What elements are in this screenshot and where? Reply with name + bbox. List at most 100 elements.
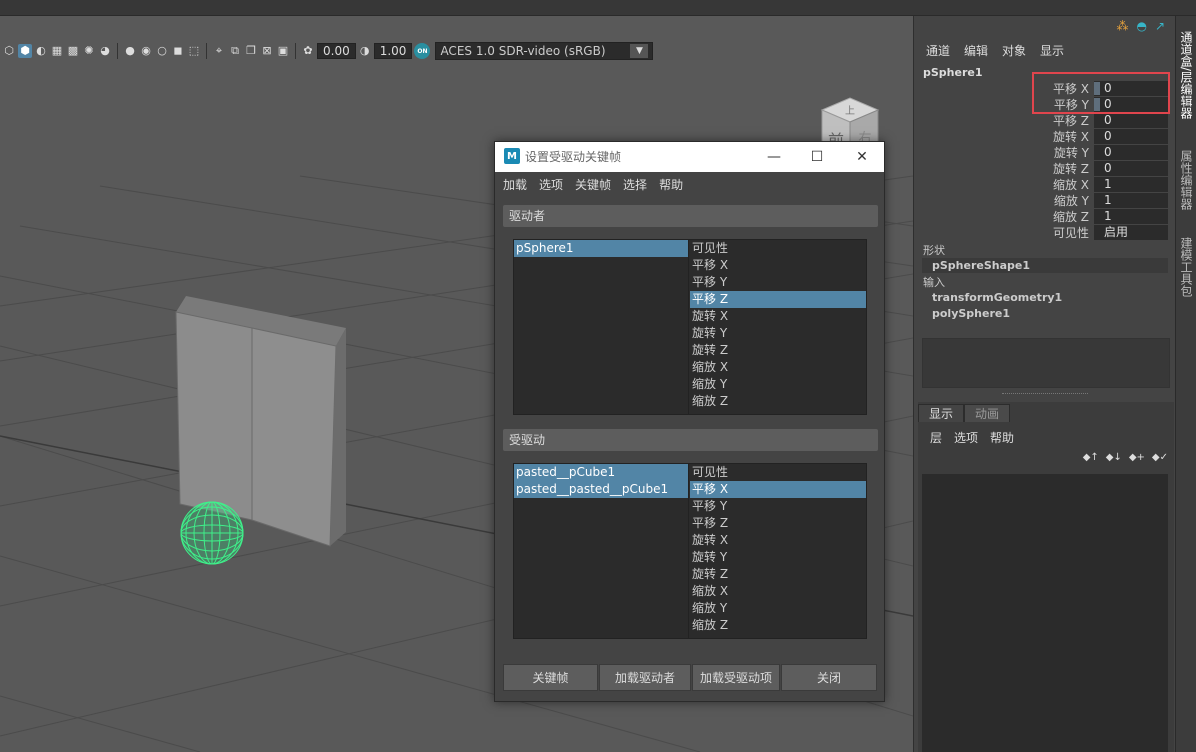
channel-box-icon[interactable]: ⁂ <box>1116 19 1128 33</box>
tab-attribute-editor[interactable]: 属性编辑器 <box>1178 140 1195 220</box>
checker-icon[interactable]: ▩ <box>66 44 80 58</box>
dialog-titlebar[interactable]: M 设置受驱动关键帧 — ☐ ✕ <box>495 142 884 172</box>
menu-channels[interactable]: 通道 <box>926 42 950 59</box>
input-node[interactable]: transformGeometry1 <box>922 290 1168 305</box>
driven-attr-item[interactable]: 缩放 X <box>690 583 866 600</box>
textured-icon[interactable]: ▦ <box>50 44 64 58</box>
driven-attr-item[interactable]: 平移 Y <box>690 498 866 515</box>
driven-attr-item[interactable]: 可见性 <box>690 464 866 481</box>
shaded-wireframe-icon[interactable]: ◐ <box>34 44 48 58</box>
channel-row[interactable]: 平移 Z 0 <box>914 113 1176 129</box>
anti-alias-icon[interactable]: ○ <box>155 44 169 58</box>
menu-help[interactable]: 帮助 <box>659 176 683 193</box>
gate-icon[interactable]: ⧉ <box>228 44 242 58</box>
menu-help[interactable]: 帮助 <box>990 429 1014 446</box>
driven-attr-item[interactable]: 旋转 Y <box>690 549 866 566</box>
driver-attr-item[interactable]: 旋转 Y <box>690 325 866 342</box>
minimize-button[interactable]: — <box>759 142 789 172</box>
gamma-icon[interactable]: ◑ <box>358 44 372 58</box>
driven-attribute-list[interactable]: 可见性 平移 X 平移 Y 平移 Z 旋转 X 旋转 Y 旋转 Z 缩放 X 缩… <box>690 464 866 638</box>
wireframe-cube-icon[interactable]: ⬡ <box>2 44 16 58</box>
menu-options[interactable]: 选项 <box>954 429 978 446</box>
menu-load[interactable]: 加载 <box>503 176 527 193</box>
close-dialog-button[interactable]: 关闭 <box>781 664 877 691</box>
layer-list[interactable] <box>922 474 1168 752</box>
driver-attr-item[interactable]: 旋转 X <box>690 308 866 325</box>
tab-modeling-toolkit[interactable]: 建模工具包 <box>1178 228 1195 306</box>
driver-object-item[interactable]: pSphere1 <box>514 240 688 257</box>
tab-display[interactable]: 显示 <box>918 404 965 422</box>
gamma-field[interactable]: 1.00 <box>373 43 413 59</box>
tab-channel-box-layer-editor[interactable]: 通道盒/层编辑器 <box>1178 22 1195 128</box>
shadows-icon[interactable]: ◕ <box>98 44 112 58</box>
menu-options[interactable]: 选项 <box>539 176 563 193</box>
driver-attr-item[interactable]: 缩放 X <box>690 359 866 376</box>
driver-attr-item[interactable]: 缩放 Y <box>690 376 866 393</box>
move-layer-up-icon[interactable]: ◆↑ <box>1083 452 1099 463</box>
channel-value[interactable]: 1 <box>1094 193 1168 208</box>
xray-icon[interactable]: ⬚ <box>187 44 201 58</box>
select-tool-icon[interactable]: ⌖ <box>212 44 226 58</box>
channel-value[interactable]: 1 <box>1094 177 1168 192</box>
driver-attribute-list[interactable]: 可见性 平移 X 平移 Y 平移 Z 旋转 X 旋转 Y 旋转 Z 缩放 X 缩… <box>690 240 866 414</box>
menu-edit[interactable]: 编辑 <box>964 42 988 59</box>
menu-key[interactable]: 关键帧 <box>575 176 611 193</box>
driven-object-item[interactable]: pasted__pasted__pCube1 <box>514 481 688 498</box>
channel-value[interactable]: 0 <box>1094 145 1168 160</box>
driver-attr-item[interactable]: 平移 Y <box>690 274 866 291</box>
channel-row[interactable]: 可见性 启用 <box>914 225 1176 241</box>
resolution-gate-icon[interactable]: ⊠ <box>260 44 274 58</box>
channel-row[interactable]: 旋转 Z 0 <box>914 161 1176 177</box>
channel-row[interactable]: 缩放 Z 1 <box>914 209 1176 225</box>
driven-attr-item-selected[interactable]: 平移 X <box>690 481 866 498</box>
driven-attr-item[interactable]: 缩放 Y <box>690 600 866 617</box>
isolate-icon[interactable]: ◼ <box>171 44 185 58</box>
driven-object-list[interactable]: pasted__pCube1 pasted__pasted__pCube1 <box>514 464 689 638</box>
lights-icon[interactable]: ✺ <box>82 44 96 58</box>
menu-layers[interactable]: 层 <box>930 429 942 446</box>
close-button[interactable]: ✕ <box>847 142 877 172</box>
move-layer-down-icon[interactable]: ◆↓ <box>1106 452 1122 463</box>
load-driven-button[interactable]: 加载受驱动项 <box>692 664 780 691</box>
new-layer-selected-icon[interactable]: ◆✓ <box>1152 452 1168 463</box>
exposure-icon[interactable]: ✿ <box>301 44 315 58</box>
driven-attr-item[interactable]: 平移 Z <box>690 515 866 532</box>
driver-attr-item[interactable]: 缩放 Z <box>690 393 866 410</box>
menu-select[interactable]: 选择 <box>623 176 647 193</box>
color-management-toggle[interactable]: ON <box>414 43 431 59</box>
driver-attr-item[interactable]: 旋转 Z <box>690 342 866 359</box>
driven-object-item[interactable]: pasted__pCube1 <box>514 464 688 481</box>
channel-value[interactable]: 启用 <box>1094 225 1168 240</box>
maximize-button[interactable]: ☐ <box>802 142 832 172</box>
channel-value[interactable]: 1 <box>1094 209 1168 224</box>
safe-action-icon[interactable]: ▣ <box>276 44 290 58</box>
channel-value[interactable]: 0 <box>1094 129 1168 144</box>
driver-attr-item-selected[interactable]: 平移 Z <box>690 291 866 308</box>
key-button[interactable]: 关键帧 <box>503 664 598 691</box>
attribute-icon[interactable]: ◓ <box>1136 19 1146 33</box>
shape-node[interactable]: pSphereShape1 <box>922 258 1168 273</box>
film-gate-icon[interactable]: ❐ <box>244 44 258 58</box>
panel-splitter[interactable] <box>1002 393 1088 395</box>
driver-object-list[interactable]: pSphere1 <box>514 240 689 414</box>
menu-show[interactable]: 显示 <box>1040 42 1064 59</box>
expand-icon[interactable]: ↗ <box>1155 19 1165 33</box>
menu-object[interactable]: 对象 <box>1002 42 1026 59</box>
channel-value[interactable]: 0 <box>1094 161 1168 176</box>
driven-frame-header[interactable]: 受驱动 <box>503 429 878 451</box>
exposure-field[interactable]: 0.00 <box>317 43 356 59</box>
channel-row[interactable]: 旋转 X 0 <box>914 129 1176 145</box>
channel-value[interactable]: 0 <box>1094 113 1168 128</box>
driver-frame-header[interactable]: 驱动者 <box>503 205 878 227</box>
channel-row[interactable]: 缩放 X 1 <box>914 177 1176 193</box>
motion-blur-icon[interactable]: ◉ <box>139 44 153 58</box>
channel-row[interactable]: 缩放 Y 1 <box>914 193 1176 209</box>
color-space-dropdown[interactable]: ACES 1.0 SDR-video (sRGB) ▼ <box>435 42 654 60</box>
driven-attr-item[interactable]: 缩放 Z <box>690 617 866 634</box>
driven-attr-item[interactable]: 旋转 X <box>690 532 866 549</box>
tab-animation[interactable]: 动画 <box>964 404 1011 422</box>
load-driver-button[interactable]: 加载驱动者 <box>599 664 691 691</box>
driven-attr-item[interactable]: 旋转 Z <box>690 566 866 583</box>
sphere-wireframe[interactable] <box>180 501 244 565</box>
driver-attr-item[interactable]: 平移 X <box>690 257 866 274</box>
